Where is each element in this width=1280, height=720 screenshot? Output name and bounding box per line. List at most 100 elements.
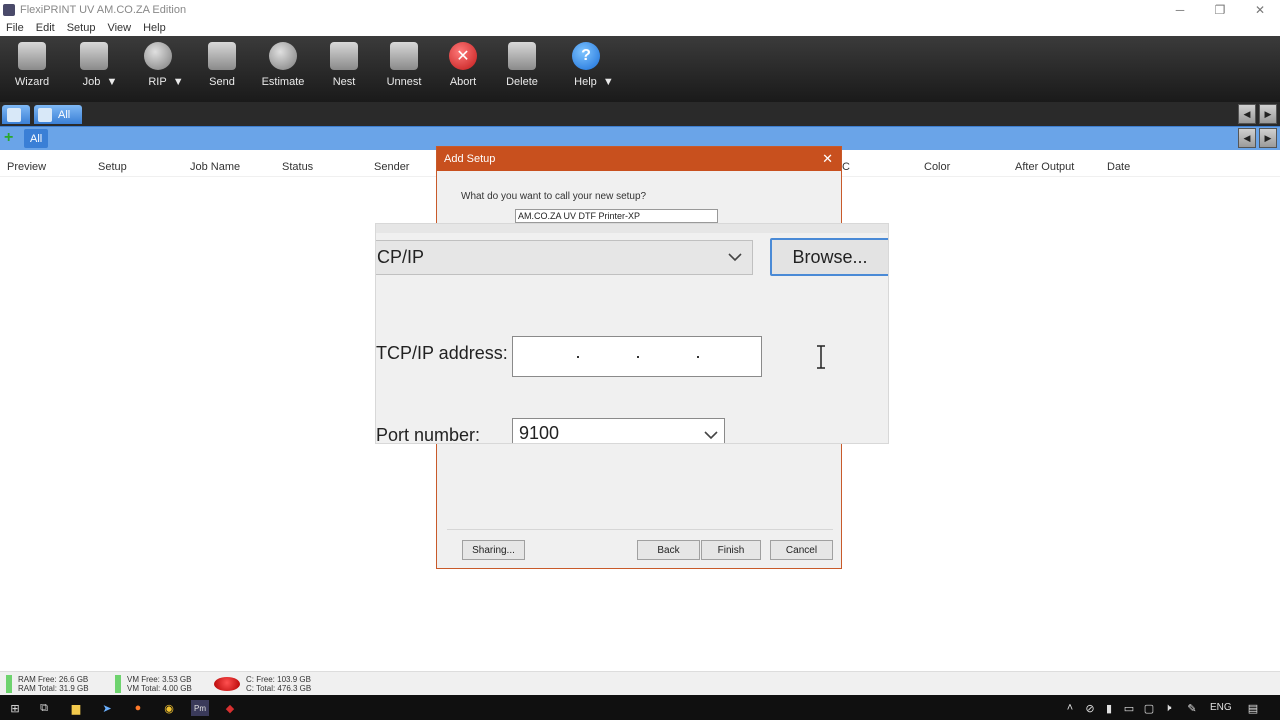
cancel-button[interactable]: Cancel — [770, 540, 833, 560]
job-label: Job ▼ — [82, 76, 118, 88]
back-button[interactable]: Back — [637, 540, 700, 560]
main-toolbar: Wizard Job ▼ RIP ▼ Send Estimate Nest Un… — [0, 36, 1280, 102]
close-button[interactable]: ✕ — [1240, 0, 1280, 19]
printer-icon — [38, 107, 52, 122]
ram-stats: RAM Free: 26.6 GB RAM Total: 31.9 GB — [18, 675, 89, 693]
volume-muted-icon[interactable]: 🕨 — [1160, 700, 1176, 716]
minimize-button[interactable]: ─ — [1160, 0, 1200, 19]
add-queue-tab[interactable] — [2, 105, 30, 124]
column-preview[interactable]: Preview — [7, 161, 46, 173]
column-status[interactable]: Status — [282, 161, 313, 173]
chevron-up-icon[interactable]: ˄ — [1062, 700, 1078, 716]
flexiprint-taskbar-icon[interactable]: Pm — [191, 700, 209, 716]
status-bar: RAM Free: 26.6 GB RAM Total: 31.9 GB VM … — [0, 671, 1280, 695]
port-number-select[interactable]: 9100 — [512, 418, 725, 443]
port-number-value: 9100 — [519, 423, 560, 443]
disk-icon — [214, 677, 240, 691]
vm-stats: VM Free: 3.53 GB VM Total: 4.00 GB — [127, 675, 192, 693]
sharing-button[interactable]: Sharing... — [462, 540, 525, 560]
abort-icon: ✕ — [449, 42, 477, 70]
send-button[interactable]: Send — [190, 42, 254, 98]
menu-edit[interactable]: Edit — [36, 22, 55, 34]
column-date[interactable]: Date — [1107, 161, 1130, 173]
chevron-down-icon: ▼ — [106, 76, 118, 88]
app-pin-icon[interactable]: ➤ — [99, 700, 115, 716]
window-title: FlexiPRINT UV AM.CO.ZA Edition — [20, 3, 187, 16]
menu-file[interactable]: File — [6, 22, 24, 34]
connection-type-select[interactable]: CP/IP — [376, 240, 753, 275]
file-explorer-icon[interactable]: ▆ — [68, 700, 84, 716]
battery-icon[interactable]: ▭ — [1121, 700, 1137, 716]
language-indicator[interactable]: ENG — [1210, 702, 1232, 713]
red-app-icon[interactable]: ◆ — [222, 700, 238, 716]
rip-label: RIP ▼ — [148, 76, 184, 88]
restore-button[interactable]: ❐ — [1200, 0, 1240, 19]
menu-view[interactable]: View — [107, 22, 131, 34]
text-cursor-icon — [817, 345, 825, 369]
column-color[interactable]: Color — [924, 161, 950, 173]
column-sender[interactable]: Sender — [374, 161, 409, 173]
browse-button[interactable]: Browse... — [770, 238, 888, 276]
column-job-name[interactable]: Job Name — [190, 161, 240, 173]
vm-usage-bar — [115, 675, 121, 693]
tab-all-filter[interactable]: All — [24, 129, 49, 148]
help-label: Help ▼ — [574, 76, 614, 88]
chrome-icon[interactable]: ◉ — [161, 700, 177, 716]
abort-label: Abort — [449, 76, 477, 88]
filter-scroll-right-button[interactable]: ▶ — [1259, 128, 1277, 148]
tab-all-top[interactable]: All — [34, 105, 82, 124]
wizard-icon — [18, 42, 46, 70]
disk-stats: C: Free: 103.9 GB C: Total: 476.3 GB — [246, 675, 311, 693]
filter-scroll-left-button[interactable]: ◀ — [1238, 128, 1256, 148]
wizard-button[interactable]: Wizard — [0, 42, 64, 98]
unnest-button[interactable]: Unnest — [372, 42, 436, 98]
delete-label: Delete — [506, 76, 538, 88]
job-button[interactable]: Job ▼ — [68, 42, 132, 98]
menu-setup[interactable]: Setup — [67, 22, 96, 34]
task-view-icon[interactable]: ⧉ — [36, 700, 52, 716]
ram-total: RAM Total: 31.9 GB — [18, 684, 89, 693]
tab-scroll-left-button[interactable]: ◀ — [1238, 104, 1256, 124]
security-icon[interactable]: ⊘ — [1082, 700, 1098, 716]
unnest-icon — [390, 42, 418, 70]
dialog-title: Add Setup — [444, 153, 496, 165]
chevron-down-icon — [704, 431, 718, 440]
setup-name-prompt: What do you want to call your new setup? — [461, 191, 647, 202]
pen-icon[interactable]: ✎ — [1184, 700, 1200, 716]
nest-icon — [330, 42, 358, 70]
rip-icon — [144, 42, 172, 70]
vm-total: VM Total: 4.00 GB — [127, 684, 192, 693]
tab-scroll-right-button[interactable]: ▶ — [1259, 104, 1277, 124]
tcpip-address-input[interactable] — [512, 336, 825, 377]
send-label: Send — [209, 76, 235, 88]
add-icon[interactable]: + — [4, 130, 20, 146]
nest-label: Nest — [332, 76, 356, 88]
finish-button[interactable]: Finish — [701, 540, 761, 560]
ip-separator-dot — [697, 356, 699, 358]
ram-usage-bar — [6, 675, 12, 693]
menu-help[interactable]: Help — [143, 22, 166, 34]
help-button[interactable]: ? Help ▼ — [562, 42, 626, 98]
column-c[interactable]: C — [842, 161, 850, 173]
delete-button[interactable]: Delete — [490, 42, 554, 98]
microphone-icon[interactable]: ▮ — [1101, 700, 1117, 716]
dialog-title-bar: Add Setup ✕ — [437, 147, 841, 171]
nest-button[interactable]: Nest — [312, 42, 376, 98]
tcpip-address-label: TCP/IP address: — [376, 343, 508, 363]
ram-free: RAM Free: 26.6 GB — [18, 675, 89, 684]
firefox-icon[interactable]: ● — [130, 700, 146, 716]
chevron-down-icon: ▼ — [172, 76, 184, 88]
setup-name-input[interactable]: AM.CO.ZA UV DTF Printer-XP — [515, 209, 718, 223]
dialog-close-icon[interactable]: ✕ — [822, 151, 833, 167]
queue-tab-row: All ◀ ▶ — [0, 102, 1280, 126]
notifications-icon[interactable]: ▤ — [1245, 700, 1261, 716]
display-icon[interactable]: ▢ — [1141, 700, 1157, 716]
unnest-label: Unnest — [386, 76, 422, 88]
windows-start-icon[interactable]: ⊞ — [7, 700, 23, 716]
abort-button[interactable]: ✕ Abort — [431, 42, 495, 98]
port-number-label: Port number: — [376, 425, 481, 444]
column-setup[interactable]: Setup — [98, 161, 127, 173]
estimate-button[interactable]: Estimate — [251, 42, 315, 98]
rip-button[interactable]: RIP ▼ — [134, 42, 198, 98]
column-after-output[interactable]: After Output — [1015, 161, 1074, 173]
